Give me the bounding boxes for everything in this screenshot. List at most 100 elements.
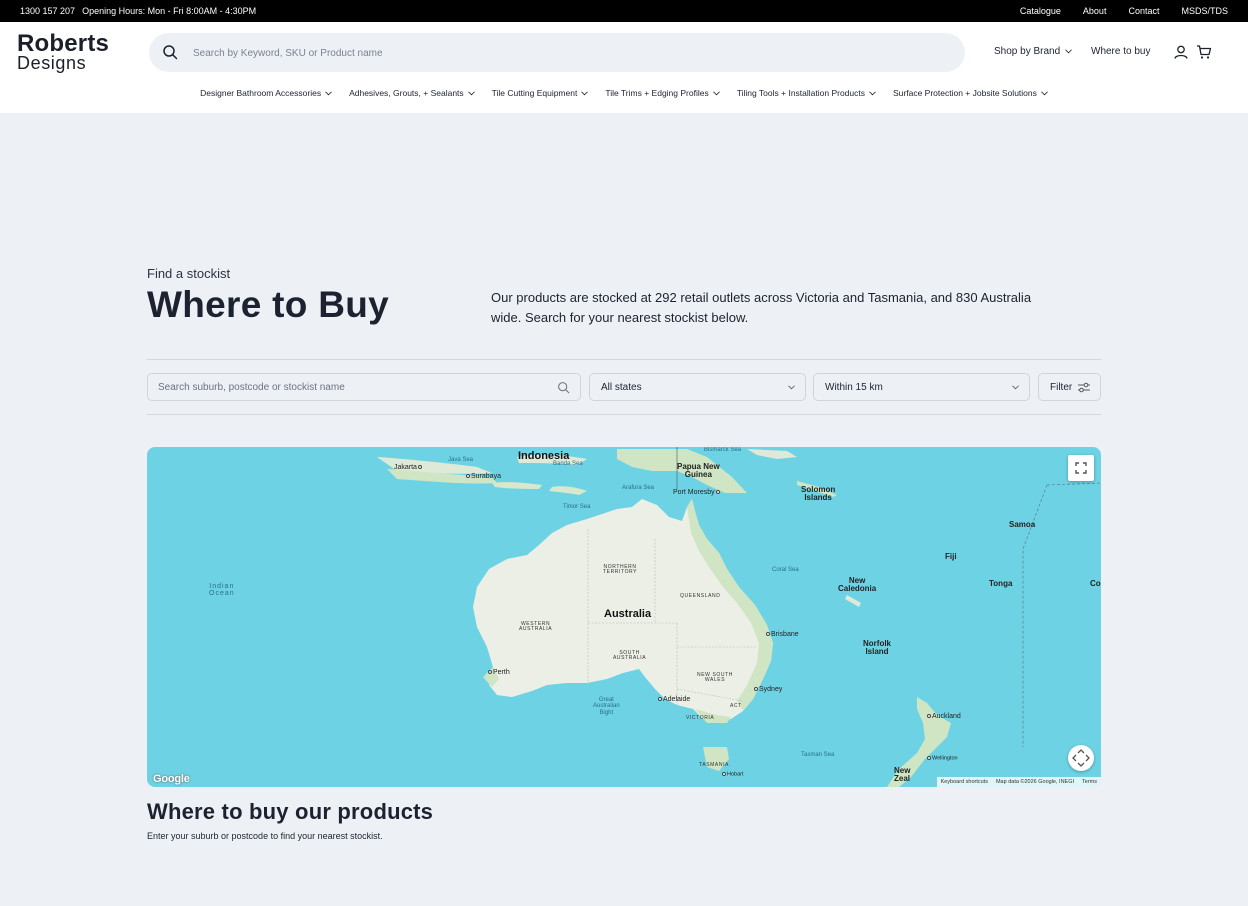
city-marker-icon [488, 670, 492, 675]
contact-link[interactable]: Contact [1128, 6, 1159, 16]
nav-label: Tiling Tools + Installation Products [736, 88, 865, 98]
chevron-down-icon [467, 90, 475, 95]
map-label-text: Brisbane [771, 631, 799, 638]
nav-label: Tile Trims + Edging Profiles [605, 88, 709, 98]
map-label-timor-sea: Timor Sea [563, 504, 591, 510]
map-label-jakarta: Jakarta [394, 464, 423, 471]
map-label-south-australia: SOUTH AUSTRALIA [613, 650, 647, 662]
roberts-designs-logo[interactable]: Roberts Designs [17, 31, 127, 74]
radius-select-value: Within 15 km [825, 382, 883, 393]
city-marker-icon [766, 632, 770, 637]
map-label-text: Port Moresby [673, 489, 715, 496]
map-label-new-south-wales: NEW SOUTH WALES [697, 672, 733, 684]
map-label-coral-sea: Coral Sea [772, 567, 799, 573]
city-marker-icon [466, 474, 470, 479]
google-logo: Google [153, 773, 190, 785]
map-label-papua-new-guinea: Papua New Guinea [677, 462, 720, 480]
chevron-down-icon [712, 90, 720, 95]
logo-line-2: Designs [17, 53, 87, 73]
map-label-new-zealand: New Zeal [894, 766, 911, 784]
map-label-great-australian-bight: Great Australian Bight [593, 697, 620, 716]
city-marker-icon [927, 714, 931, 719]
pan-arrows-icon [1072, 749, 1090, 767]
map-camera-control[interactable] [1068, 745, 1094, 771]
radius-select[interactable]: Within 15 km [813, 373, 1030, 401]
shop-by-brand-menu[interactable]: Shop by Brand [994, 46, 1073, 57]
nav-label: Adhesives, Grouts, + Sealants [349, 88, 464, 98]
map-label-victoria: VICTORIA [686, 715, 715, 721]
section-title: Where to buy our products [147, 799, 434, 824]
find-a-stockist-eyebrow: Find a stockist [147, 266, 231, 281]
map-label-text: Jakarta [394, 464, 417, 471]
chevron-down-icon [869, 90, 876, 95]
phone-number[interactable]: 1300 157 207 [20, 6, 75, 16]
map-label-norfolk-island: Norfolk Island [863, 639, 891, 657]
map-label-wellington: Wellington [926, 756, 958, 762]
map-label-tonga: Tonga [989, 579, 1013, 588]
map-label-banda-sea: Banda Sea [553, 461, 583, 467]
state-select[interactable]: All states [589, 373, 806, 401]
map-label-act: ACT [730, 703, 742, 709]
search-icon[interactable] [557, 381, 570, 394]
map-label-sydney: Sydney [753, 686, 782, 693]
keyboard-shortcuts-link[interactable]: Keyboard shortcuts [941, 779, 988, 785]
map-label-fiji: Fiji [945, 552, 957, 561]
divider [147, 414, 1101, 415]
shop-by-brand-label: Shop by Brand [994, 46, 1061, 57]
map-label-tasman-sea: Tasman Sea [801, 752, 835, 758]
chevron-down-icon [325, 90, 332, 95]
map-label-queensland: QUEENSLAND [680, 593, 721, 599]
filter-label: Filter [1050, 382, 1073, 393]
nav-designer-bathroom-accessories[interactable]: Designer Bathroom Accessories [200, 86, 332, 100]
map-data-credit: Map data ©2026 Google, INEGI [995, 779, 1075, 785]
map-label-text: Auckland [932, 713, 961, 720]
utility-links: Catalogue About Contact MSDS/TDS [998, 6, 1228, 16]
search-icon[interactable] [162, 44, 178, 60]
map-label-adelaide: Adelaide [657, 696, 690, 703]
map-label-java-sea: Java Sea [448, 457, 474, 463]
map-label-arafura-sea: Arafura Sea [622, 485, 655, 491]
stockist-search-field [147, 373, 581, 401]
category-nav: Designer Bathroom Accessories Adhesives,… [0, 86, 1248, 100]
msds-tds-link[interactable]: MSDS/TDS [1181, 6, 1228, 16]
nav-surface-protection-jobsite-solutions[interactable]: Surface Protection + Jobsite Solutions [893, 86, 1048, 100]
nav-tile-trims-edging-profiles[interactable]: Tile Trims + Edging Profiles [605, 86, 720, 100]
nav-label: Designer Bathroom Accessories [200, 88, 322, 98]
nav-tiling-tools-installation-products[interactable]: Tiling Tools + Installation Products [737, 86, 876, 100]
map-label-text: Adelaide [663, 696, 691, 703]
intro-text: Our products are stocked at 292 retail o… [491, 290, 1032, 325]
city-marker-icon [715, 490, 720, 495]
chevron-down-icon [581, 90, 589, 95]
chevron-down-icon [1041, 90, 1048, 95]
nav-tile-cutting-equipment[interactable]: Tile Cutting Equipment [492, 86, 589, 100]
map-label-brisbane: Brisbane [765, 631, 799, 638]
where-to-buy-link[interactable]: Where to buy [1091, 46, 1150, 57]
map-label-new-caledonia: New Caledonia [838, 576, 877, 594]
chevron-down-icon [1012, 385, 1019, 390]
map-label-western-australia: WESTERN AUSTRALIA [519, 621, 553, 633]
stockist-search-input[interactable] [158, 380, 548, 395]
site-header: Roberts Designs Shop by Brand Where to b… [0, 22, 1248, 113]
nav-adhesives-grouts-sealants[interactable]: Adhesives, Grouts, + Sealants [349, 86, 475, 100]
catalogue-link[interactable]: Catalogue [1020, 6, 1061, 16]
filter-button[interactable]: Filter [1038, 373, 1101, 401]
fullscreen-button[interactable] [1068, 455, 1094, 481]
product-search-input[interactable] [193, 42, 893, 64]
product-search [149, 33, 965, 72]
map-label-text: Perth [493, 669, 510, 676]
account-icon[interactable] [1173, 44, 1189, 60]
cart-icon[interactable] [1196, 44, 1212, 60]
map-label-solomon-islands: Solomon Islands [801, 485, 836, 503]
map-label-perth: Perth [487, 669, 510, 676]
map-label-australia: Australia [604, 608, 652, 620]
terms-link[interactable]: Terms [1082, 779, 1097, 785]
map-label-bismarck-sea: Bismarck Sea [704, 447, 742, 453]
map-label-text: Surabaya [471, 473, 501, 480]
sliders-icon [1078, 382, 1090, 393]
section-subtitle: Enter your suburb or postcode to find yo… [147, 831, 383, 841]
chevron-down-icon [788, 385, 795, 390]
stockist-map[interactable]: Indonesia Jakarta Java Sea Banda Sea Sur… [147, 447, 1101, 787]
nav-label: Tile Cutting Equipment [491, 88, 578, 98]
about-link[interactable]: About [1083, 6, 1107, 16]
city-marker-icon [417, 465, 422, 470]
